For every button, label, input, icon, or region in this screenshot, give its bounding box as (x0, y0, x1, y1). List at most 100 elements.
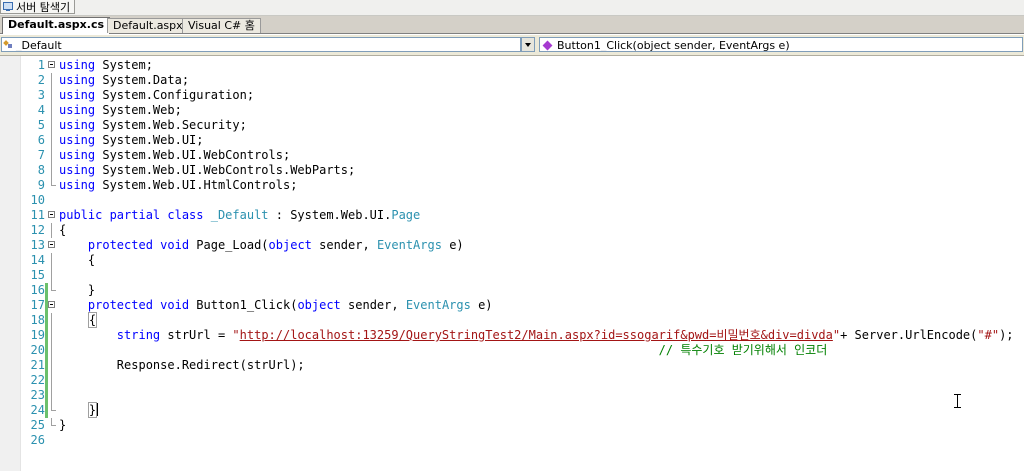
code-text: { (59, 312, 98, 328)
tab-visual-csharp-home[interactable]: Visual C# 홈 (182, 18, 261, 33)
code-token: Page (391, 208, 421, 222)
code-token: EventArgs (376, 238, 442, 252)
line-number: 2 (37, 73, 45, 87)
code-text: using System.Configuration; (59, 88, 254, 103)
line-number: 1 (37, 58, 45, 72)
code-line[interactable]: 22 (0, 373, 1024, 388)
code-line[interactable]: 13 protected void Page_Load(object sende… (0, 238, 1024, 253)
member-dropdown[interactable]: Button1_Click(object sender, EventArgs e… (539, 37, 1023, 52)
outline-guide (51, 148, 52, 163)
code-token: e) (441, 238, 464, 252)
code-line[interactable]: 16 } (0, 283, 1024, 298)
outline-gutter (48, 373, 57, 388)
collapse-box-icon[interactable] (48, 211, 55, 218)
code-token: protected void (87, 298, 190, 312)
collapse-box-icon[interactable] (48, 61, 55, 68)
code-token: } (87, 402, 98, 418)
line-number: 10 (30, 193, 45, 207)
outline-gutter (48, 268, 57, 283)
code-line[interactable]: 20 // 특수기호 받기위해서 인코더 (0, 343, 1024, 358)
code-token: System.Web.UI.HtmlControls; (95, 178, 298, 192)
code-line[interactable]: 23 (0, 388, 1024, 403)
outline-gutter (48, 313, 57, 328)
code-text: { (59, 253, 95, 268)
code-token: using (59, 178, 96, 192)
collapse-box-icon[interactable] (48, 301, 55, 308)
outline-guide (51, 373, 52, 388)
outline-guide (51, 343, 52, 358)
class-dropdown-arrow-button[interactable] (521, 37, 535, 52)
member-dropdown-value: Button1_Click(object sender, EventArgs e… (557, 39, 790, 52)
code-line[interactable]: 7 using System.Web.UI.WebControls; (0, 148, 1024, 163)
collapse-box-icon[interactable] (48, 241, 55, 248)
code-line[interactable]: 21 Response.Redirect(strUrl); (0, 358, 1024, 373)
code-token: using (59, 103, 96, 117)
line-number: 18 (30, 313, 45, 327)
code-line[interactable]: 11 public partial class _Default : System… (0, 208, 1024, 223)
code-token: System.Web; (95, 103, 182, 117)
code-line[interactable]: 15 (0, 268, 1024, 283)
outline-guide (51, 133, 52, 148)
code-line[interactable]: 18 { (0, 312, 1024, 328)
code-token: "#" (977, 328, 1000, 342)
outline-end (51, 185, 56, 186)
top-panel-bar: 서버 탐색기 (0, 0, 1024, 16)
code-token: ); (999, 328, 1014, 342)
outline-gutter (48, 133, 57, 148)
code-line[interactable]: 17 protected void Button1_Click(object s… (0, 298, 1024, 313)
code-line[interactable]: 10 (0, 193, 1024, 208)
code-line[interactable]: 19 string strUrl = "http://localhost:132… (0, 328, 1024, 343)
line-number: 16 (30, 283, 45, 297)
outline-gutter (48, 163, 57, 178)
line-number: 15 (30, 268, 45, 282)
outline-guide (51, 103, 52, 118)
line-number: 14 (30, 253, 45, 267)
code-line[interactable]: 1 using System; (0, 58, 1024, 73)
line-number: 19 (30, 328, 45, 342)
line-number: 13 (30, 238, 45, 252)
code-token: System.Web.UI; (95, 133, 204, 147)
line-number: 5 (37, 118, 45, 132)
code-token: using (59, 73, 96, 87)
code-line[interactable]: 5 using System.Web.Security; (0, 118, 1024, 133)
code-line[interactable]: 6 using System.Web.UI; (0, 133, 1024, 148)
code-token: : System.Web.UI. (268, 208, 392, 222)
outline-gutter (48, 343, 57, 358)
line-number: 20 (30, 343, 45, 357)
class-dropdown[interactable]: _Default (1, 37, 521, 52)
line-number: 17 (30, 298, 45, 312)
outline-guide (51, 253, 52, 268)
code-editor[interactable]: 1 using System; 2 using System.Data; 3 using … (0, 56, 1024, 471)
code-line[interactable]: 24 } (0, 402, 1024, 418)
line-number: 11 (30, 208, 45, 222)
code-line[interactable]: 3 using System.Configuration; (0, 88, 1024, 103)
code-token: System.Data; (95, 73, 190, 87)
server-explorer-tab[interactable]: 서버 탐색기 (0, 0, 76, 14)
code-line[interactable]: 14 { (0, 253, 1024, 268)
code-line[interactable]: 25} (0, 418, 1024, 433)
code-line[interactable]: 8 using System.Web.UI.WebControls.WebPart… (0, 163, 1024, 178)
line-number: 4 (37, 103, 45, 117)
outline-gutter (48, 388, 57, 403)
outline-gutter (48, 433, 57, 448)
code-text: string strUrl = "http://localhost:13259/… (59, 328, 1014, 343)
code-token: object (297, 298, 341, 312)
code-token: { (59, 223, 67, 237)
outline-guide (51, 328, 52, 343)
tab-default-aspx-cs[interactable]: Default.aspx.cs (2, 17, 111, 34)
tab-default-aspx[interactable]: Default.aspx (107, 18, 189, 33)
code-line[interactable]: 2 using System.Data; (0, 73, 1024, 88)
code-line[interactable]: 9 using System.Web.UI.HtmlControls; (0, 178, 1024, 193)
code-token: // 특수기호 받기위해서 인코더 (658, 343, 828, 357)
outline-gutter (48, 223, 57, 238)
server-explorer-label: 서버 탐색기 (16, 0, 71, 14)
code-line[interactable]: 4 using System.Web; (0, 103, 1024, 118)
outline-gutter (48, 193, 57, 208)
code-line[interactable]: 12 { (0, 223, 1024, 238)
outline-guide (51, 313, 52, 328)
code-line[interactable]: 26 (0, 433, 1024, 448)
code-token: _Default (210, 208, 269, 222)
code-token: System; (95, 58, 153, 72)
